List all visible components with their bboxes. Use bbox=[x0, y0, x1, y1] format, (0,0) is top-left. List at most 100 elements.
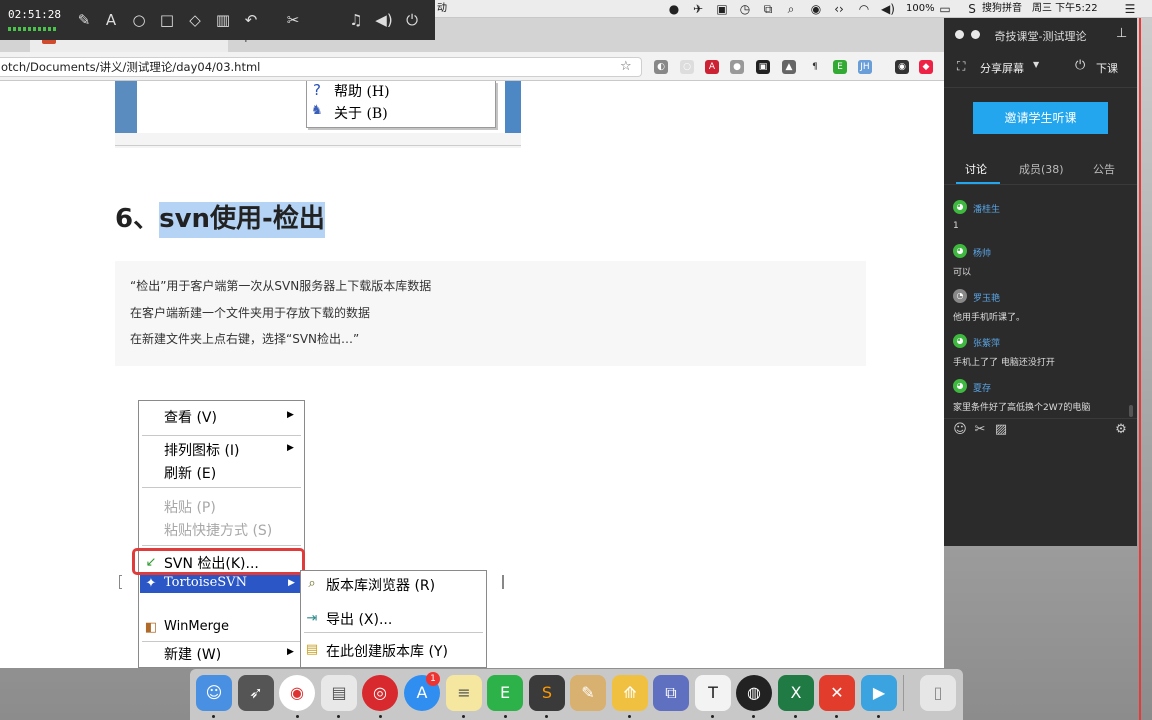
recording-toolbar: 02:51:28 ✎ A ○ □ ◇ ▥ ↶ ✂ ♫ ◀) ⏻ bbox=[0, 0, 435, 40]
menu-item-refresh[interactable]: 刷新 (E) bbox=[164, 463, 216, 483]
wechat-icon: ◕ bbox=[953, 379, 967, 393]
undo-icon[interactable]: ↶ bbox=[241, 10, 261, 30]
volume-icon[interactable]: ◀) bbox=[880, 1, 896, 17]
circle-tool-icon[interactable]: ○ bbox=[129, 10, 149, 30]
chat-scrollbar[interactable] bbox=[1129, 405, 1133, 417]
extension-icon[interactable]: ○ bbox=[680, 60, 694, 74]
emoji-icon[interactable]: ☺ bbox=[952, 422, 968, 438]
dock-separator bbox=[903, 675, 904, 711]
url-field[interactable]: otch/Documents/讲义/测试理论/day04/03.html ☆ bbox=[0, 57, 642, 77]
trash-icon[interactable]: ▯ bbox=[920, 675, 956, 711]
code-icon[interactable]: ‹› bbox=[831, 1, 847, 17]
extension-icon[interactable]: ● bbox=[730, 60, 744, 74]
search-icon[interactable]: ⌕ bbox=[783, 1, 799, 17]
menu-item-arrange[interactable]: 排列图标 (I) bbox=[164, 440, 240, 460]
bookmark-star-icon[interactable]: ☆ bbox=[620, 58, 632, 76]
wifi-icon[interactable]: ◠ bbox=[856, 1, 872, 17]
bracket-mark bbox=[502, 575, 504, 589]
battery-icon[interactable]: ▭ bbox=[935, 1, 955, 17]
extension-icon[interactable]: JH bbox=[858, 60, 872, 74]
submenu-arrow-icon: ▶ bbox=[287, 443, 294, 453]
sublime-text-icon[interactable]: S bbox=[529, 675, 565, 711]
extension-icon[interactable]: ◐ bbox=[654, 60, 668, 74]
adblock-icon[interactable]: A bbox=[705, 60, 719, 74]
speaker-icon[interactable]: ◀) bbox=[374, 10, 394, 30]
tab-notice[interactable]: 公告 bbox=[1093, 161, 1115, 177]
pen-icon[interactable]: ✎ bbox=[74, 10, 94, 30]
power-icon[interactable]: ⏻ bbox=[402, 10, 422, 30]
running-indicator bbox=[462, 715, 465, 718]
menu-item-winmerge[interactable]: WinMerge bbox=[164, 619, 229, 634]
menu-separator bbox=[142, 641, 301, 642]
mac-dock: ☺ ➶ ◉ ▤ ◎ A 1 ≡ E S ✎ ⟰ ⧉ T ◍ X ✕ ▶ ▯ bbox=[190, 669, 963, 720]
tools-icon[interactable]: ✂ bbox=[283, 10, 303, 30]
submenu-item-create-repo[interactable]: 在此创建版本库 (Y) bbox=[326, 641, 448, 661]
xmind-icon[interactable]: ✕ bbox=[819, 675, 855, 711]
extension-icon[interactable]: ▲ bbox=[782, 60, 796, 74]
end-class-button[interactable]: 下课 bbox=[1096, 60, 1118, 76]
notification-center-icon[interactable]: ☰ bbox=[1122, 1, 1138, 17]
battery-percent: 100% bbox=[906, 3, 935, 14]
eraser-icon[interactable]: ◇ bbox=[185, 10, 205, 30]
address-bar-row: otch/Documents/讲义/测试理论/day04/03.html ☆ ◐… bbox=[0, 52, 945, 81]
quote-line: 在客户端新建一个文件夹用于存放下载的数据 bbox=[130, 306, 371, 320]
message-author: 潘桂生 bbox=[973, 205, 1001, 215]
menu-separator bbox=[142, 435, 301, 436]
evernote-icon[interactable]: E bbox=[487, 675, 523, 711]
notes-icon[interactable]: ≡ bbox=[446, 675, 482, 711]
rectangle-tool-icon[interactable]: □ bbox=[157, 10, 177, 30]
pin-icon[interactable]: ⊥ bbox=[1116, 26, 1127, 41]
siri-icon[interactable]: ◉ bbox=[808, 1, 824, 17]
maps-icon[interactable]: ⟰ bbox=[612, 675, 648, 711]
status-icon[interactable]: ✈ bbox=[690, 1, 706, 17]
message-text: 家里条件好了高低换个2W7的电脑 bbox=[953, 403, 1091, 413]
settings-gear-icon[interactable]: ⚙ bbox=[1113, 422, 1129, 438]
menubar-partial-text: 动 bbox=[437, 3, 447, 14]
input-method-label[interactable]: 搜狗拼音 bbox=[982, 2, 1022, 16]
extension-icon[interactable]: ◆ bbox=[919, 60, 933, 74]
running-indicator bbox=[752, 715, 755, 718]
extension-icon[interactable]: ▣ bbox=[756, 60, 770, 74]
status-icon[interactable]: ● bbox=[666, 1, 682, 17]
message-author: 夏存 bbox=[973, 384, 992, 394]
help-icon: ? bbox=[313, 81, 321, 99]
finder-icon[interactable]: ☺ bbox=[196, 675, 232, 711]
extension-icon[interactable]: ¶ bbox=[808, 60, 822, 74]
status-icon[interactable]: ⧉ bbox=[760, 1, 776, 17]
submenu-item-repo-browser[interactable]: 版本库浏览器 (R) bbox=[326, 575, 435, 595]
submenu-arrow-icon: ▶ bbox=[288, 578, 295, 588]
preview-icon[interactable]: ▤ bbox=[321, 675, 357, 711]
running-indicator bbox=[212, 715, 215, 718]
clock-icon[interactable]: ◷ bbox=[737, 1, 753, 17]
excel-icon[interactable]: X bbox=[778, 675, 814, 711]
profile-avatar-icon[interactable]: ◉ bbox=[895, 60, 909, 74]
share-screen-button[interactable]: 分享屏幕 bbox=[980, 60, 1024, 76]
launchpad-icon[interactable]: ➶ bbox=[238, 675, 274, 711]
netease-music-icon[interactable]: ◎ bbox=[362, 675, 398, 711]
message-text: 手机上了了 电脑还没打开 bbox=[953, 358, 1055, 368]
invite-button[interactable]: 邀请学生听课 bbox=[973, 102, 1108, 134]
typora-icon[interactable]: T bbox=[695, 675, 731, 711]
paw-icon[interactable]: ▶ bbox=[861, 675, 897, 711]
dropdown-icon[interactable]: ▼ bbox=[1033, 60, 1039, 69]
tools-app-icon[interactable]: ✎ bbox=[570, 675, 606, 711]
tab-members[interactable]: 成员(38) bbox=[1019, 161, 1064, 177]
text-tool-icon[interactable]: A bbox=[101, 10, 121, 30]
microphone-icon[interactable]: ♫ bbox=[346, 10, 366, 30]
submenu-item-export[interactable]: 导出 (X)... bbox=[326, 609, 392, 629]
menu-item-tortoisesvn[interactable]: ✦ TortoiseSVN ▶ bbox=[140, 574, 300, 593]
menubar-datetime[interactable]: 周三 下午5:22 bbox=[1032, 2, 1098, 16]
trash-icon[interactable]: ▥ bbox=[213, 10, 233, 30]
evernote-extension-icon[interactable]: E bbox=[833, 60, 847, 74]
vmware-icon[interactable]: ⧉ bbox=[653, 675, 689, 711]
tab-discussion[interactable]: 讨论 bbox=[965, 161, 987, 177]
menu-item-view[interactable]: 查看 (V) bbox=[164, 407, 217, 427]
chrome-icon[interactable]: ◉ bbox=[279, 675, 315, 711]
menu-item-new[interactable]: 新建 (W) bbox=[164, 644, 221, 664]
scissors-icon[interactable]: ✂ bbox=[972, 422, 988, 438]
status-icon[interactable]: ▣ bbox=[714, 1, 730, 17]
obs-icon[interactable]: ◍ bbox=[736, 675, 772, 711]
image-icon[interactable]: ▨ bbox=[993, 422, 1009, 438]
input-method-icon[interactable]: S bbox=[964, 1, 980, 17]
wechat-icon: ◕ bbox=[953, 200, 967, 214]
